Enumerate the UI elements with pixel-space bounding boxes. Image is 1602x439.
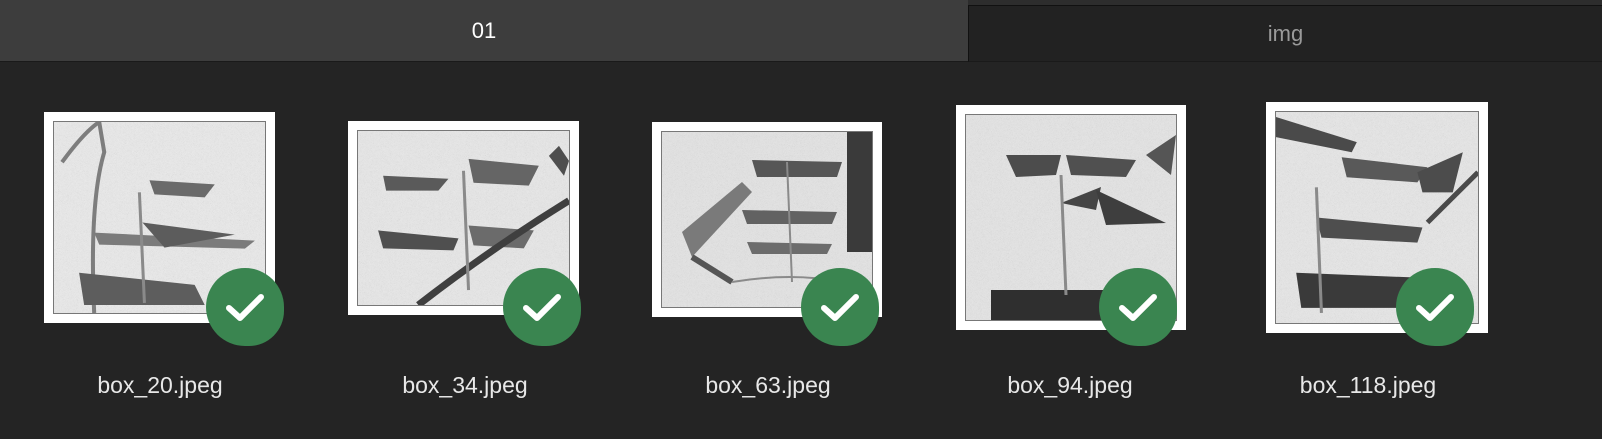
thumbnail-filename: box_118.jpeg [1299, 372, 1437, 398]
thumbnail-filename: box_20.jpeg [97, 372, 223, 398]
thumbnail-filename: box_63.jpeg [705, 372, 831, 398]
tab-img[interactable]: img [968, 5, 1602, 62]
thumbnail-item[interactable]: box_63.jpeg [640, 62, 890, 439]
tab-label: 01 [471, 17, 497, 43]
tab-bar: 01 img [0, 0, 1602, 62]
tab-label: img [1267, 20, 1304, 46]
thumbnail-filename: box_94.jpeg [1007, 372, 1133, 398]
tab-01[interactable]: 01 [0, 0, 968, 62]
thumbnail-item[interactable]: box_20.jpeg [40, 62, 290, 439]
checkmark-icon [801, 268, 879, 346]
thumbnail-grid: box_20.jpeg box_34.jpeg box_63.jpeg box_… [0, 62, 1602, 439]
thumbnail-filename: box_34.jpeg [402, 372, 528, 398]
thumbnail-item[interactable]: box_34.jpeg [340, 62, 590, 439]
checkmark-icon [1099, 268, 1177, 346]
thumbnail-item[interactable]: box_118.jpeg [1240, 62, 1490, 439]
checkmark-icon [1396, 268, 1474, 346]
checkmark-icon [206, 268, 284, 346]
checkmark-icon [503, 268, 581, 346]
thumbnail-item[interactable]: box_94.jpeg [940, 62, 1190, 439]
